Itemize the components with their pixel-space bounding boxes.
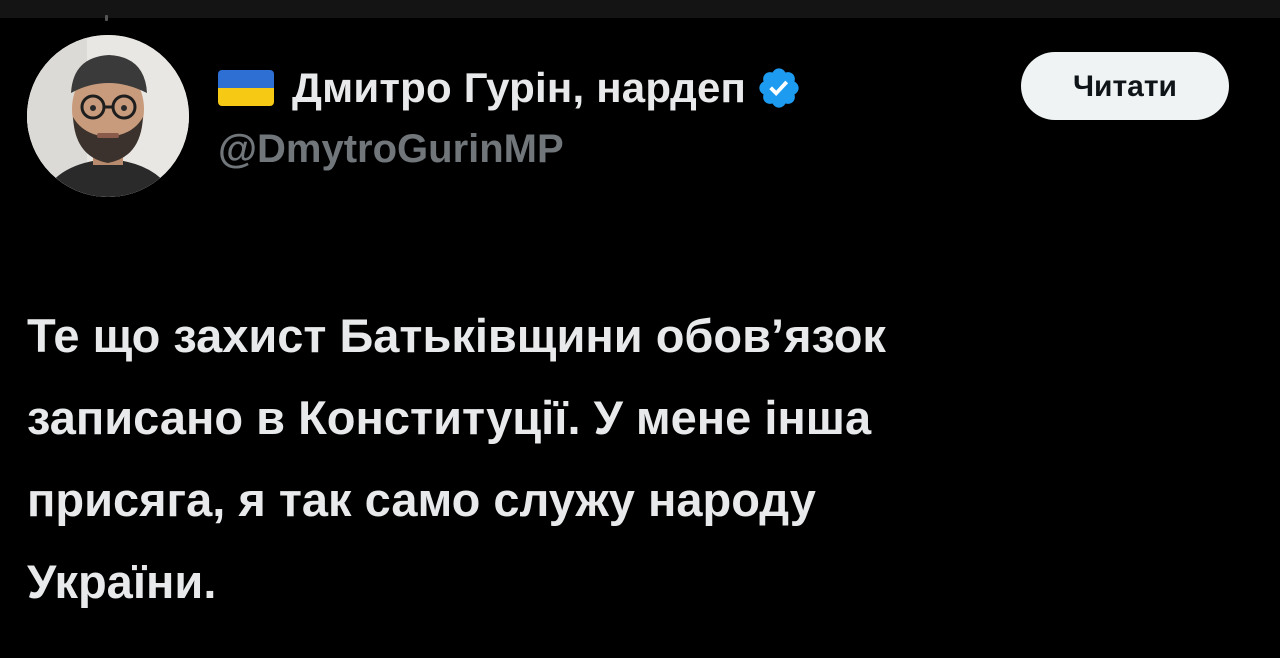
ukraine-flag-icon [218,70,274,106]
author-name-row: Дмитро Гурін, нардеп [218,60,802,116]
avatar-portrait [27,35,189,197]
tweet-text-line: України. [27,555,217,608]
flag-blue-stripe [218,70,274,88]
tweet-header: Дмитро Гурін, нардеп @DmytroGurinMP Чита… [0,0,1280,210]
author-display-name[interactable]: Дмитро Гурін, нардеп [292,64,746,112]
tweet-text: Те що захист Батьківщини обов’язок запис… [27,295,1257,623]
author-handle[interactable]: @DmytroGurinMP [218,127,564,172]
tweet-text-line: записано в Конституції. У мене інша [27,391,872,444]
flag-yellow-stripe [218,88,274,106]
tweet-text-line: присяга, я так само служу народу [27,473,816,526]
follow-button[interactable]: Читати [1021,52,1229,120]
verified-badge-icon [759,68,799,108]
avatar[interactable] [27,35,189,197]
tweet-text-line: Те що захист Батьківщини обов’язок [27,309,886,362]
